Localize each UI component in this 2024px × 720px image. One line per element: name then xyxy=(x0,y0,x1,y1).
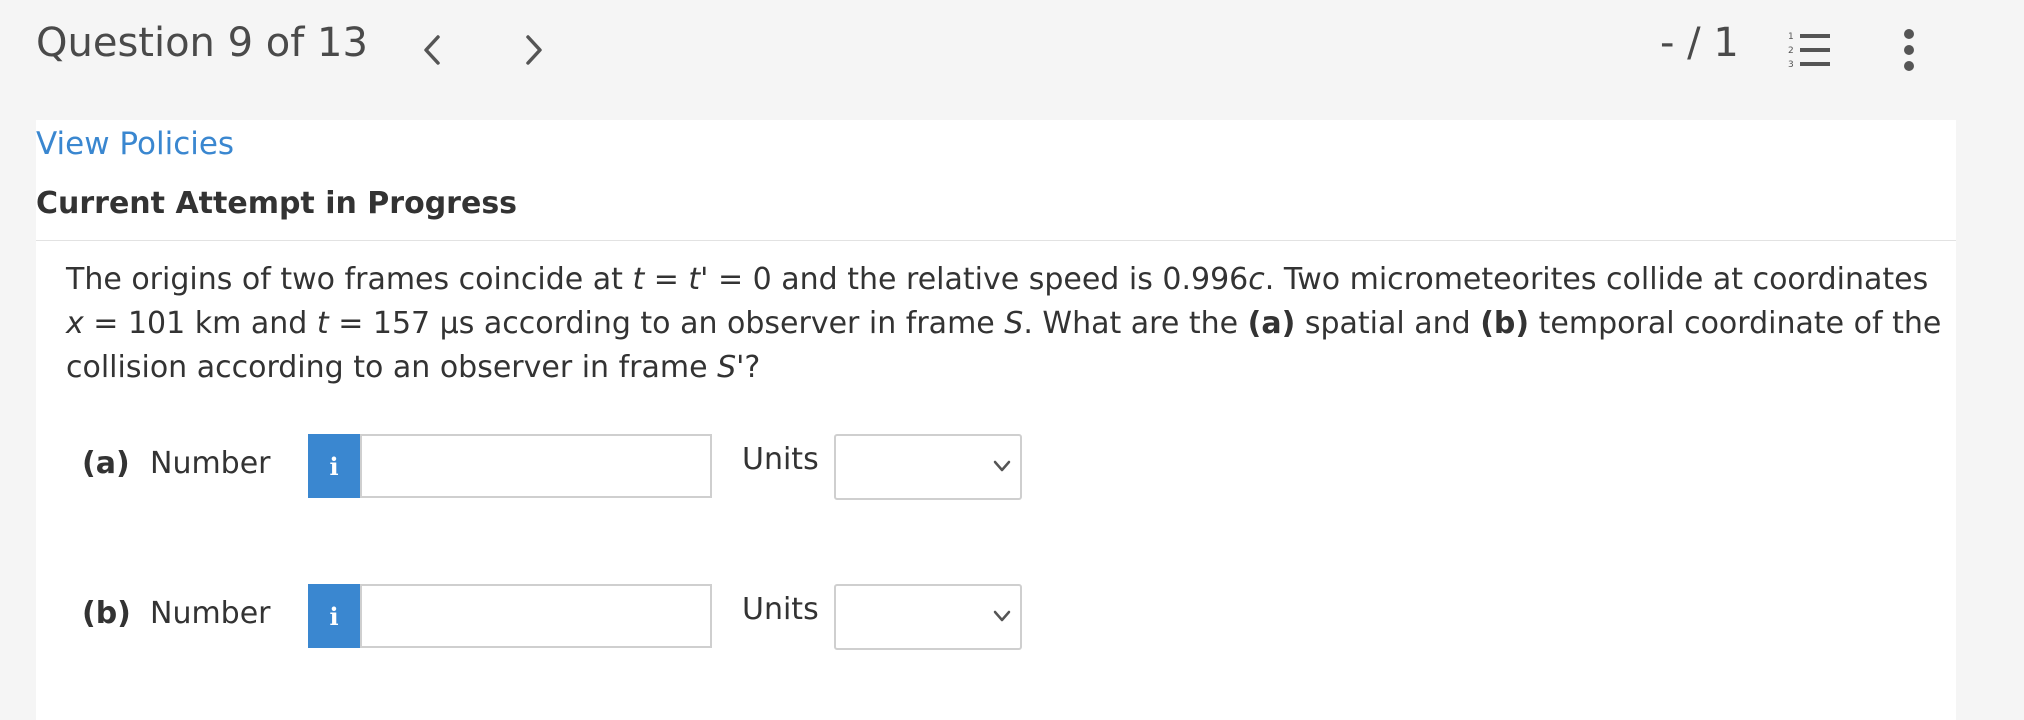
attempt-heading: Current Attempt in Progress xyxy=(36,186,518,221)
number-input-a[interactable] xyxy=(360,434,712,498)
info-button[interactable]: i xyxy=(308,584,360,648)
chevron-right-icon xyxy=(526,35,542,65)
chevron-left-icon xyxy=(424,35,440,65)
chevron-down-icon xyxy=(993,610,1011,622)
info-icon: i xyxy=(329,451,339,481)
score-display: - / 1 xyxy=(1660,20,1739,66)
svg-text:1: 1 xyxy=(1788,32,1794,42)
svg-text:2: 2 xyxy=(1788,46,1794,56)
number-input-b[interactable] xyxy=(360,584,712,648)
number-label: Number xyxy=(150,446,271,481)
question-text: The origins of two frames coincide at t … xyxy=(66,262,1942,385)
units-label: Units xyxy=(742,442,819,477)
part-label: (a) xyxy=(82,446,130,481)
more-options-button[interactable] xyxy=(1894,26,1924,74)
next-question-button[interactable] xyxy=(514,26,554,74)
svg-text:3: 3 xyxy=(1788,60,1794,70)
divider xyxy=(36,240,1956,241)
number-label: Number xyxy=(150,596,271,631)
info-button[interactable]: i xyxy=(308,434,360,498)
units-select-b[interactable] xyxy=(834,584,1022,650)
numbered-list-icon: 1 2 3 xyxy=(1788,32,1830,70)
chevron-down-icon xyxy=(993,460,1011,472)
units-select-a[interactable] xyxy=(834,434,1022,500)
question-list-button[interactable]: 1 2 3 xyxy=(1786,30,1832,70)
part-label: (b) xyxy=(82,596,131,631)
previous-question-button[interactable] xyxy=(412,26,452,74)
info-icon: i xyxy=(329,601,339,631)
view-policies-link[interactable]: View Policies xyxy=(36,126,234,162)
question-header: Question 9 of 13 - / 1 1 2 3 xyxy=(0,0,2024,120)
units-label: Units xyxy=(742,592,819,627)
more-vertical-icon xyxy=(1904,29,1914,71)
question-counter: Question 9 of 13 xyxy=(36,20,368,66)
question-card: View Policies Current Attempt in Progres… xyxy=(36,120,1956,720)
